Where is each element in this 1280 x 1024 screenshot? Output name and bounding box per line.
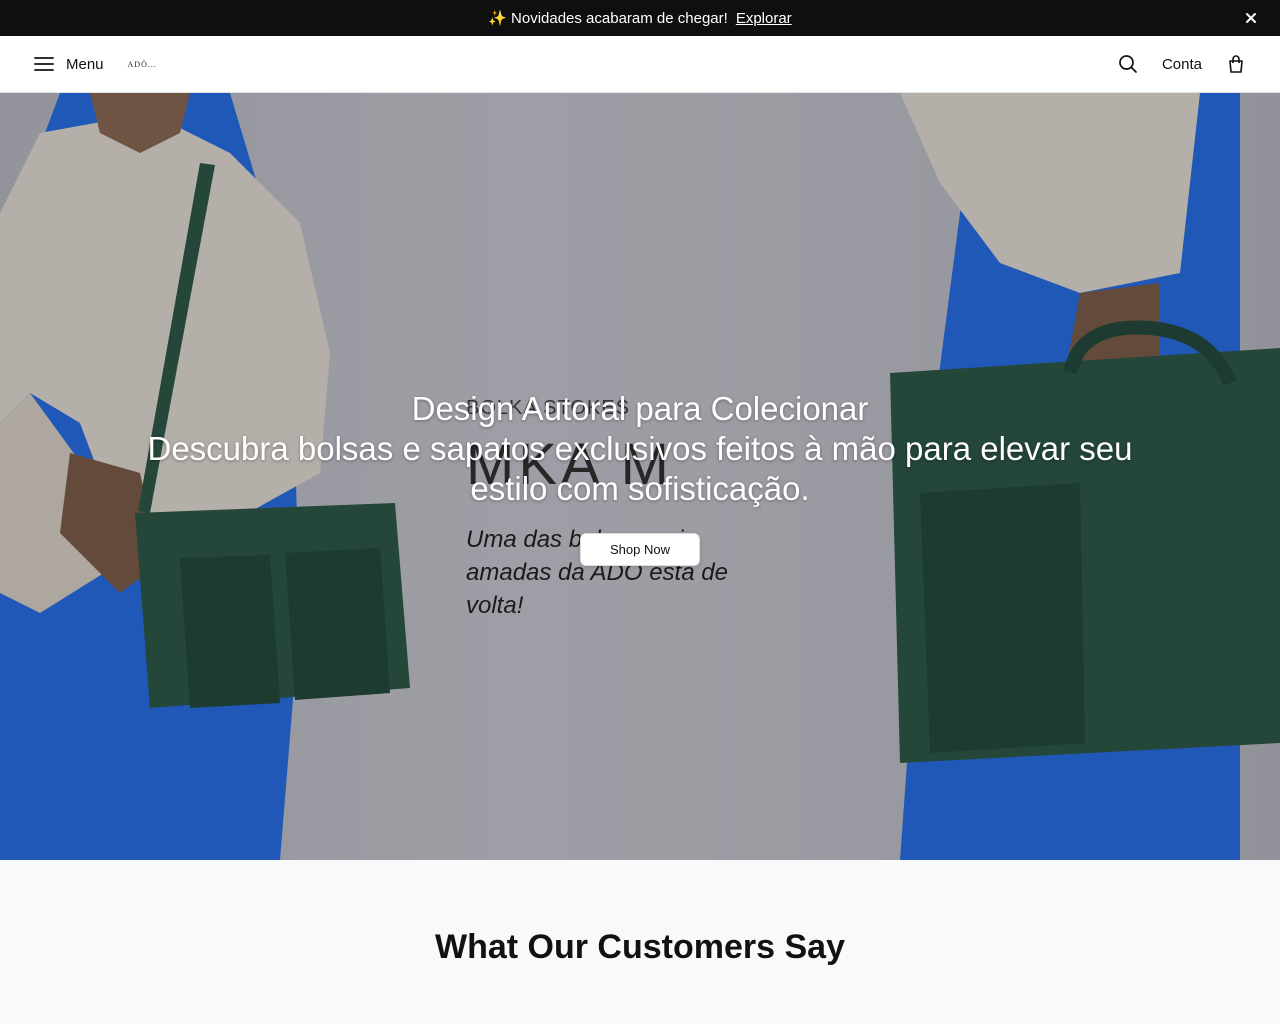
hero-banner: BOLKA STOKES MKA M Uma das bolsas mais a… xyxy=(0,93,1280,860)
hero-title: Design Autoral para Colecionar xyxy=(411,390,869,427)
account-link[interactable]: Conta xyxy=(1162,56,1202,73)
shopping-bag-icon[interactable] xyxy=(1226,54,1246,74)
announcement-bar: ✨ Novidades acabaram de chegar! Explorar xyxy=(0,0,1280,36)
brand-logo[interactable]: ADÒ... xyxy=(128,60,157,69)
announcement-text: Novidades acabaram de chegar! xyxy=(511,9,728,27)
menu-button[interactable]: Menu xyxy=(34,56,104,73)
menu-label: Menu xyxy=(66,55,104,73)
site-header: Menu ADÒ... Conta xyxy=(0,36,1280,93)
reviews-heading: What Our Customers Say xyxy=(435,928,845,966)
shop-now-button[interactable]: Shop Now xyxy=(580,533,700,566)
hero-subtitle: Descubra bolsas e sapatos exclusivos fei… xyxy=(147,430,1133,507)
close-icon[interactable] xyxy=(1242,9,1260,27)
hamburger-icon xyxy=(34,57,54,71)
sparkle-icon: ✨ xyxy=(488,10,508,27)
announcement-link[interactable]: Explorar xyxy=(736,10,792,27)
hero-copy: Design Autoral para Colecionar Descubra … xyxy=(0,389,1280,509)
reviews-section: What Our Customers Say xyxy=(0,860,1280,967)
search-icon[interactable] xyxy=(1118,54,1138,74)
